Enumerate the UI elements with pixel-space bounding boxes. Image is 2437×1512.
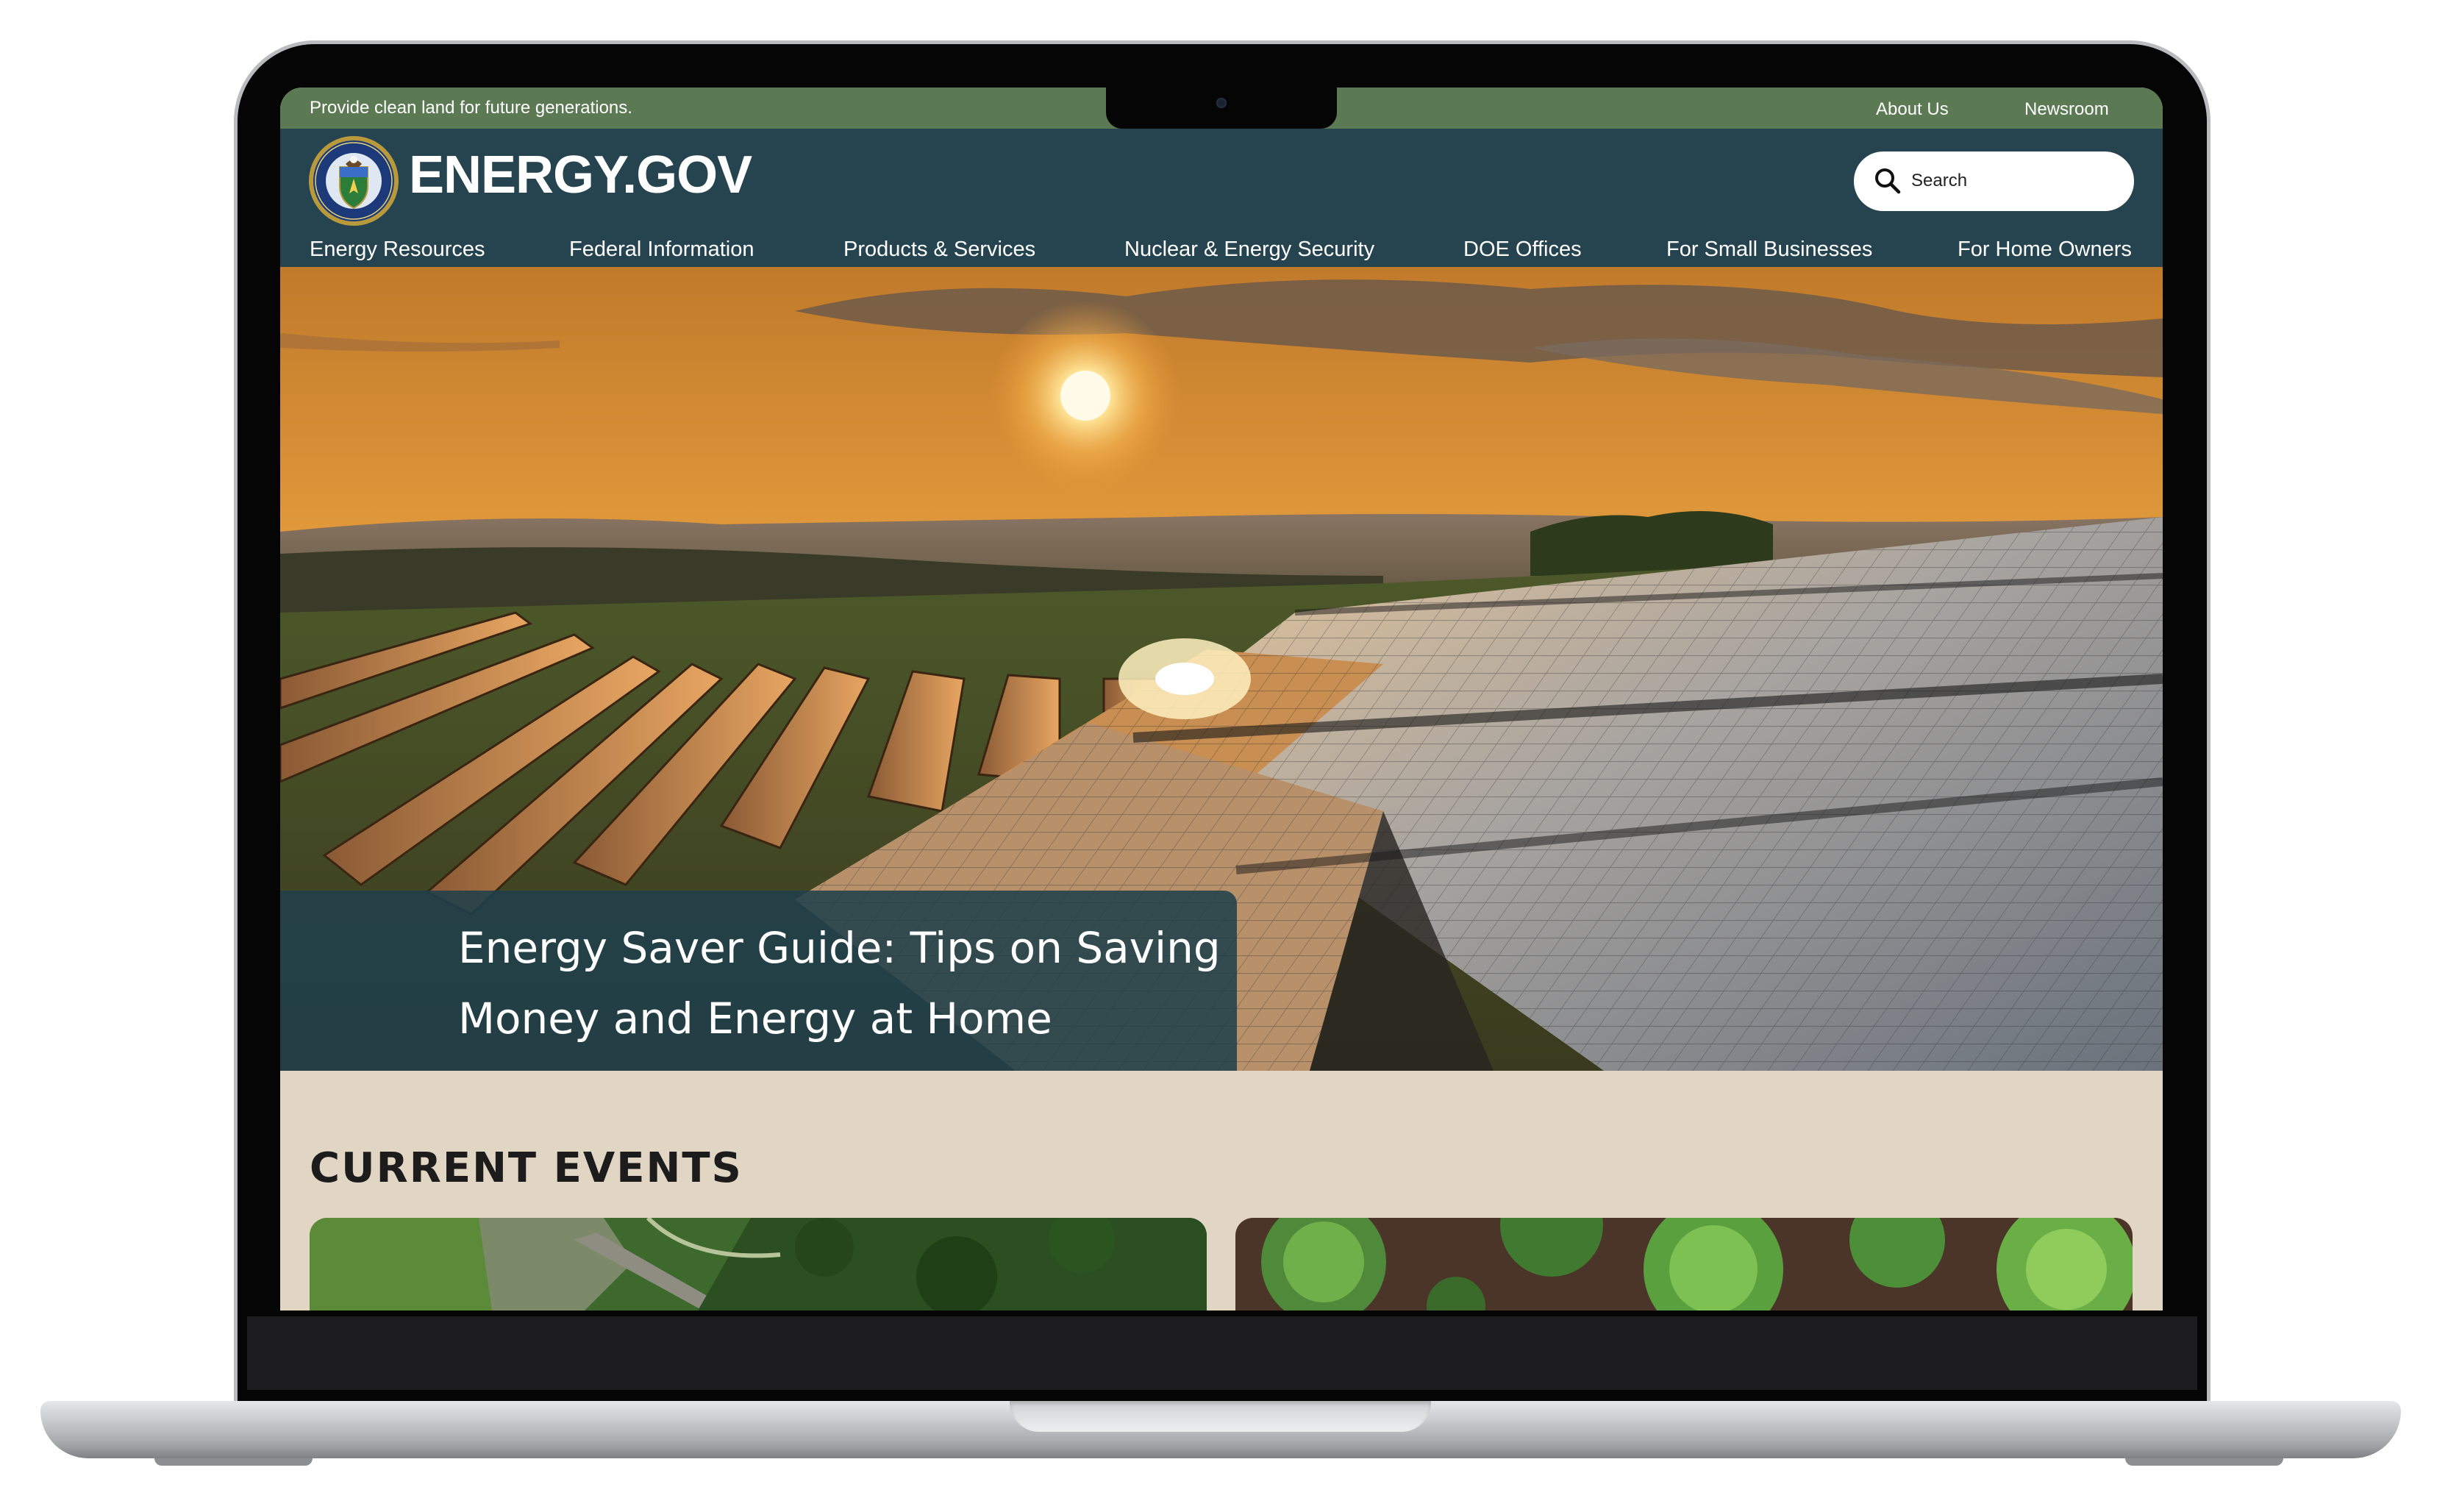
main-nav: Energy Resources Federal Information Pro… xyxy=(280,232,2163,267)
current-events-heading: CURRENT EVENTS xyxy=(310,1144,743,1192)
nav-federal-information[interactable]: Federal Information xyxy=(569,238,754,262)
laptop-foot-left xyxy=(154,1458,313,1466)
nav-home-owners[interactable]: For Home Owners xyxy=(1958,238,2132,262)
site-tagline: Provide clean land for future generation… xyxy=(310,98,632,118)
search-box[interactable] xyxy=(1854,151,2134,211)
nav-doe-offices[interactable]: DOE Offices xyxy=(1463,238,1582,262)
event-card-1[interactable] xyxy=(310,1218,1207,1310)
doe-seal-logo[interactable] xyxy=(307,135,400,227)
site-header: ENERGY.GOV Energy Resources Federal Info… xyxy=(280,129,2163,267)
about-us-link[interactable]: About Us xyxy=(1876,99,1949,120)
site-logo-text[interactable]: ENERGY.GOV xyxy=(409,145,752,205)
hero-title[interactable]: Energy Saver Guide: Tips on Saving Money… xyxy=(458,913,1223,1054)
browser-viewport: Provide clean land for future generation… xyxy=(280,88,2163,1310)
nav-products-services[interactable]: Products & Services xyxy=(843,238,1035,262)
current-events-section: CURRENT EVENTS xyxy=(280,1071,2163,1310)
event-card-2[interactable] xyxy=(1235,1218,2133,1310)
camera-icon xyxy=(1216,98,1227,108)
nav-nuclear-energy-security[interactable]: Nuclear & Energy Security xyxy=(1124,238,1374,262)
laptop-mockup: Provide clean land for future generation… xyxy=(0,0,2437,1512)
nav-energy-resources[interactable]: Energy Resources xyxy=(310,238,485,262)
camera-notch xyxy=(1106,88,1337,129)
hero-caption[interactable]: Energy Saver Guide: Tips on Saving Money… xyxy=(280,891,1237,1071)
search-input[interactable] xyxy=(1911,166,2117,196)
green-particles-image xyxy=(1235,1218,2133,1310)
laptop-bezel-bottom xyxy=(247,1316,2197,1390)
newsroom-link[interactable]: Newsroom xyxy=(2024,99,2109,120)
hero-banner[interactable]: Energy Saver Guide: Tips on Saving Money… xyxy=(280,267,2163,1071)
search-icon[interactable] xyxy=(1873,166,1902,196)
laptop-opening-notch xyxy=(1010,1401,1431,1432)
nav-small-businesses[interactable]: For Small Businesses xyxy=(1666,238,1872,262)
laptop-foot-right xyxy=(2125,1458,2283,1466)
aerial-landscape-image xyxy=(310,1218,1207,1310)
